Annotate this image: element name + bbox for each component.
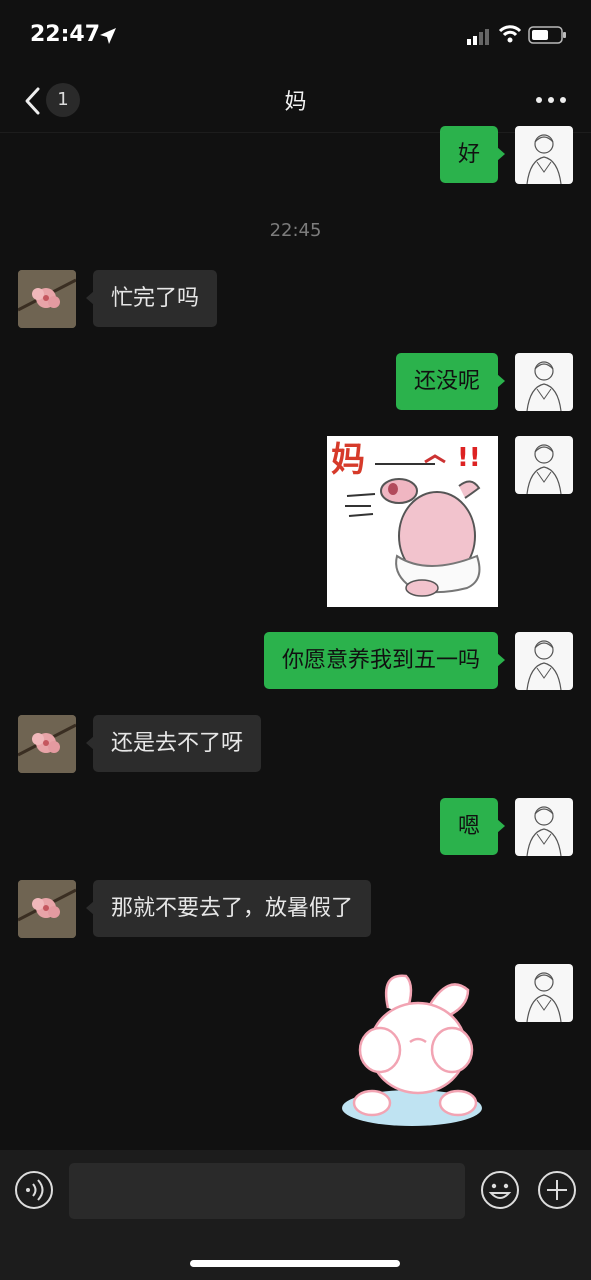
flower-avatar-icon bbox=[18, 270, 76, 328]
avatar-sketch-icon bbox=[526, 134, 562, 184]
my-avatar[interactable] bbox=[515, 126, 573, 184]
plus-icon[interactable] bbox=[537, 1170, 577, 1210]
wifi-icon bbox=[498, 25, 522, 43]
avatar-sketch-icon bbox=[526, 806, 562, 856]
flower-avatar-icon bbox=[18, 715, 76, 773]
svg-text:!!: !! bbox=[457, 443, 481, 473]
pig-sticker[interactable]: !! 妈 bbox=[327, 436, 498, 607]
mom-message-bubble[interactable]: 还是去不了呀 bbox=[85, 715, 262, 772]
emoji-icon[interactable] bbox=[480, 1170, 520, 1210]
avatar-sketch-icon bbox=[526, 444, 562, 494]
battery-icon bbox=[528, 26, 566, 44]
mom-message-bubble[interactable]: 忙完了吗 bbox=[85, 270, 218, 327]
avatar-sketch-icon bbox=[526, 640, 562, 690]
my-message-bubble[interactable]: 好 bbox=[439, 126, 506, 183]
flower-avatar-icon bbox=[18, 880, 76, 938]
my-message-bubble[interactable]: 嗯 bbox=[439, 798, 506, 855]
message-timestamp: 22:45 bbox=[269, 220, 322, 241]
voice-icon[interactable] bbox=[14, 1170, 54, 1210]
avatar-sketch-icon bbox=[526, 361, 562, 411]
my-avatar[interactable] bbox=[515, 632, 573, 690]
chat-title: 妈 bbox=[284, 90, 307, 115]
mom-message-bubble[interactable]: 那就不要去了，放暑假了 bbox=[85, 880, 372, 937]
my-avatar[interactable] bbox=[515, 436, 573, 494]
home-indicator bbox=[190, 1260, 400, 1267]
my-avatar[interactable] bbox=[515, 798, 573, 856]
my-message-bubble[interactable]: 还没呢 bbox=[395, 353, 506, 410]
my-avatar[interactable] bbox=[515, 964, 573, 1022]
my-message-bubble[interactable]: 你愿意养我到五一吗 bbox=[263, 632, 506, 689]
cellular-signal-icon bbox=[467, 29, 489, 45]
status-time: 22:47 bbox=[30, 22, 101, 47]
mom-avatar[interactable] bbox=[18, 270, 76, 328]
bunny-sticker-image bbox=[342, 974, 482, 1126]
my-avatar[interactable] bbox=[515, 353, 573, 411]
mom-avatar[interactable] bbox=[18, 715, 76, 773]
avatar-sketch-icon bbox=[526, 972, 562, 1022]
sticker-caption: 妈 bbox=[331, 440, 365, 480]
message-input[interactable] bbox=[69, 1163, 465, 1219]
location-arrow-icon bbox=[100, 28, 116, 44]
mom-avatar[interactable] bbox=[18, 880, 76, 938]
status-bar: 22:47 bbox=[0, 0, 591, 70]
bunny-sticker[interactable] bbox=[340, 968, 490, 1133]
more-dots-icon[interactable] bbox=[534, 93, 568, 107]
